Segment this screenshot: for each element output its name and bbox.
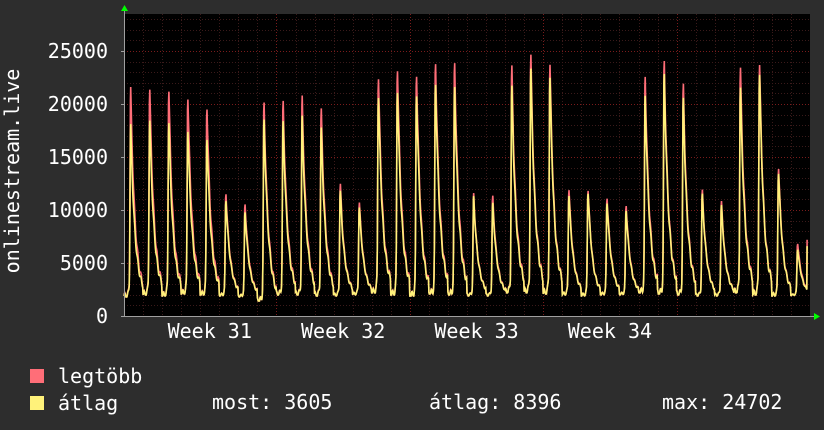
legend-item-avg: átlag (30, 389, 142, 416)
y-tick-label: 20000 (48, 92, 108, 116)
stat-max: max: 24702 (662, 390, 783, 414)
y-axis-arrow-icon (121, 5, 128, 11)
legend-label-avg: átlag (58, 390, 119, 415)
legend-swatch-avg (30, 395, 44, 410)
legend-item-max: legtöbb (30, 362, 142, 389)
legend: legtöbb átlag (30, 362, 142, 416)
legend-swatch-max (30, 368, 44, 383)
y-tick-label: 25000 (48, 39, 108, 63)
chart-svg: 0 5000 10000 15000 20000 25000 Week 31 Week 32 W… (0, 5, 820, 343)
x-tick-label: Week 34 (568, 319, 652, 343)
x-tick-label: Week 33 (434, 319, 518, 343)
stat-avg: átlag: 8396 (429, 390, 562, 414)
y-tick-label: 10000 (48, 198, 108, 222)
y-tick-label: 15000 (48, 145, 108, 169)
x-tick-label: Week 32 (301, 319, 385, 343)
x-axis-arrow-icon (814, 313, 820, 320)
y-tick-label: 0 (96, 304, 108, 328)
y-tick-label: 5000 (60, 251, 108, 275)
x-tick-label: Week 31 (168, 319, 252, 343)
stat-now: most: 3605 (212, 390, 333, 414)
y-axis-label: onlinestream.live (0, 69, 24, 274)
legend-label-max: legtöbb (58, 363, 143, 388)
